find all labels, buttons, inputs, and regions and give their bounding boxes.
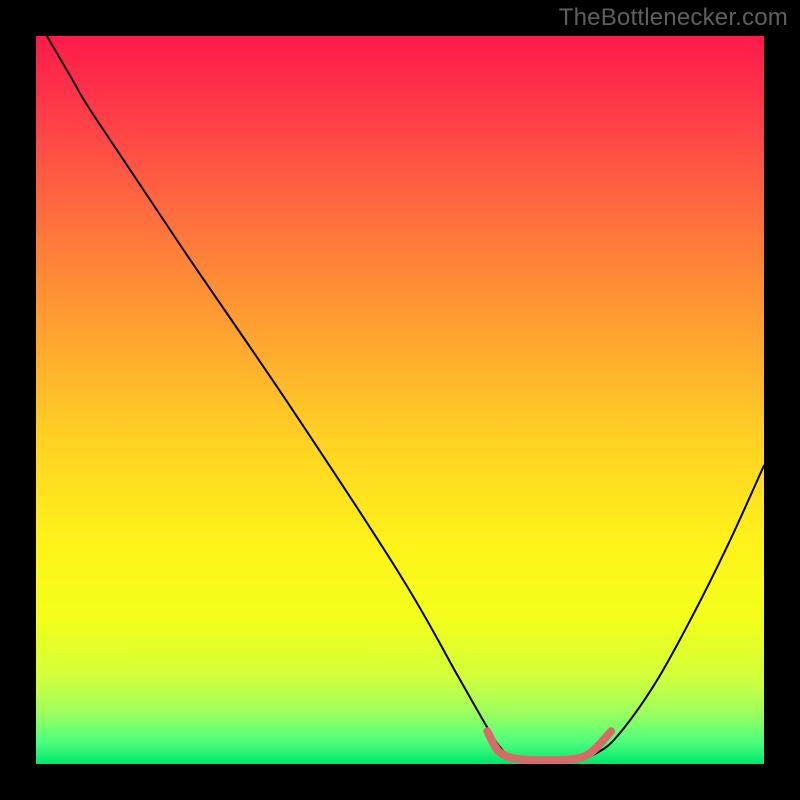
gradient-background [36,36,764,764]
bottleneck-chart [36,36,764,764]
watermark-label: TheBottlenecker.com [559,4,788,32]
chart-frame: TheBottlenecker.com [0,0,800,800]
